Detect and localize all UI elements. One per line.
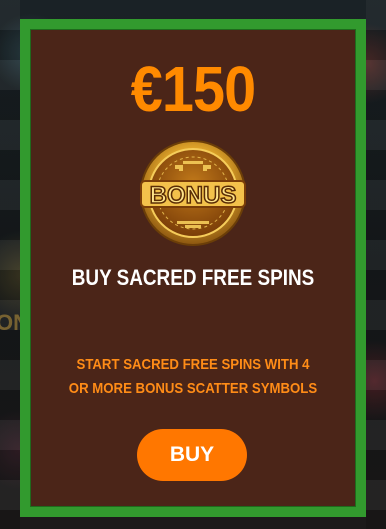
- buy-button[interactable]: BUY: [137, 429, 247, 481]
- reel-strip-left: [0, 0, 20, 529]
- bonus-coin-icon: BONUS: [137, 137, 249, 249]
- buy-feature-card: €150 BONUS BUY SACRED FREE SPINS START S…: [20, 19, 366, 517]
- feature-description: START SACRED FREE SPINS WITH 4 OR MORE B…: [68, 356, 318, 397]
- badge-label: BONUS: [150, 182, 237, 209]
- feature-price: €150: [130, 53, 256, 125]
- reel-strip-right: [366, 0, 386, 529]
- feature-title: BUY SACRED FREE SPINS: [71, 265, 315, 290]
